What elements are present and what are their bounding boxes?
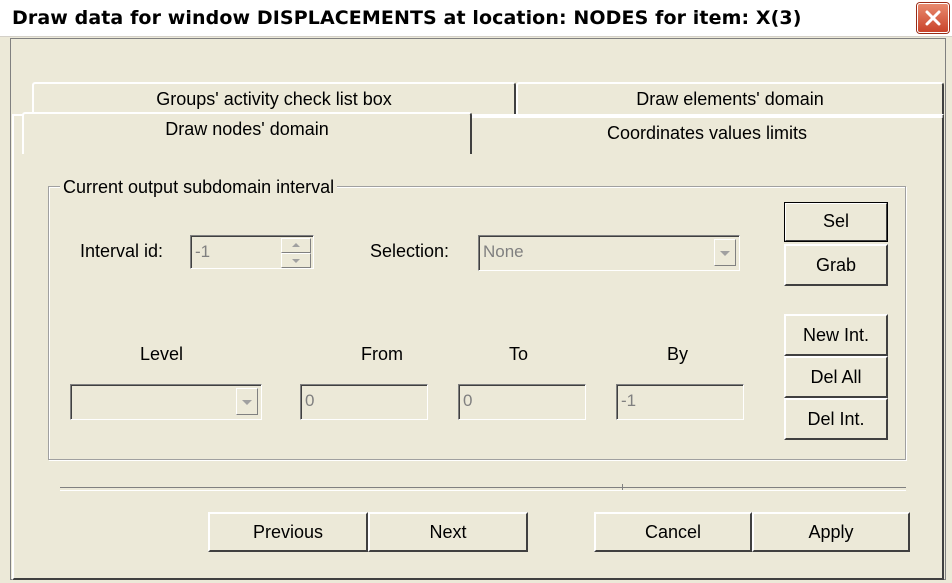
to-header: To	[509, 344, 529, 364]
del-all-button[interactable]: Del All	[784, 356, 888, 398]
from-header: From	[361, 344, 403, 364]
del-int-button[interactable]: Del Int.	[784, 398, 888, 440]
new-int-button[interactable]: New Int.	[784, 314, 888, 356]
sel-button[interactable]: Sel	[784, 202, 888, 242]
divider	[60, 487, 906, 491]
chevron-down-icon[interactable]	[236, 388, 258, 415]
tab-groups-activity[interactable]: Groups' activity check list box	[32, 82, 516, 116]
by-header: By	[667, 344, 689, 364]
level-header: Level	[140, 344, 184, 364]
close-icon	[925, 10, 941, 26]
dialog-window: Draw data for window DISPLACEMENTS at lo…	[0, 0, 952, 583]
spin-down-icon[interactable]	[281, 253, 311, 268]
selection-value: None	[483, 242, 524, 261]
window-title: Draw data for window DISPLACEMENTS at lo…	[12, 7, 802, 29]
interval-id-spinner[interactable]: -1	[190, 235, 314, 269]
selection-label: Selection:	[370, 241, 450, 261]
next-button[interactable]: Next	[368, 512, 528, 552]
level-dropdown[interactable]	[70, 384, 262, 420]
spin-up-icon[interactable]	[281, 238, 311, 253]
title-bar[interactable]: Draw data for window DISPLACEMENTS at lo…	[0, 0, 952, 37]
selection-dropdown[interactable]: None	[478, 235, 740, 271]
tab-draw-nodes-domain[interactable]: Draw nodes' domain	[22, 112, 472, 154]
from-input[interactable]: 0	[300, 384, 428, 420]
tab-coordinates-values-limits[interactable]: Coordinates values limits	[470, 116, 944, 150]
by-input[interactable]: -1	[616, 384, 744, 420]
chevron-down-icon[interactable]	[714, 239, 736, 266]
cancel-button[interactable]: Cancel	[594, 512, 752, 552]
interval-id-value: -1	[195, 242, 211, 261]
previous-button[interactable]: Previous	[208, 512, 368, 552]
grab-button[interactable]: Grab	[784, 244, 888, 286]
divider-notch	[622, 484, 627, 490]
apply-button[interactable]: Apply	[752, 512, 910, 552]
group-label: Current output subdomain interval	[60, 177, 338, 198]
interval-id-label: Interval id:	[80, 241, 164, 261]
tab-draw-elements-domain[interactable]: Draw elements' domain	[516, 82, 944, 116]
to-input[interactable]: 0	[458, 384, 586, 420]
close-button[interactable]	[917, 3, 949, 33]
